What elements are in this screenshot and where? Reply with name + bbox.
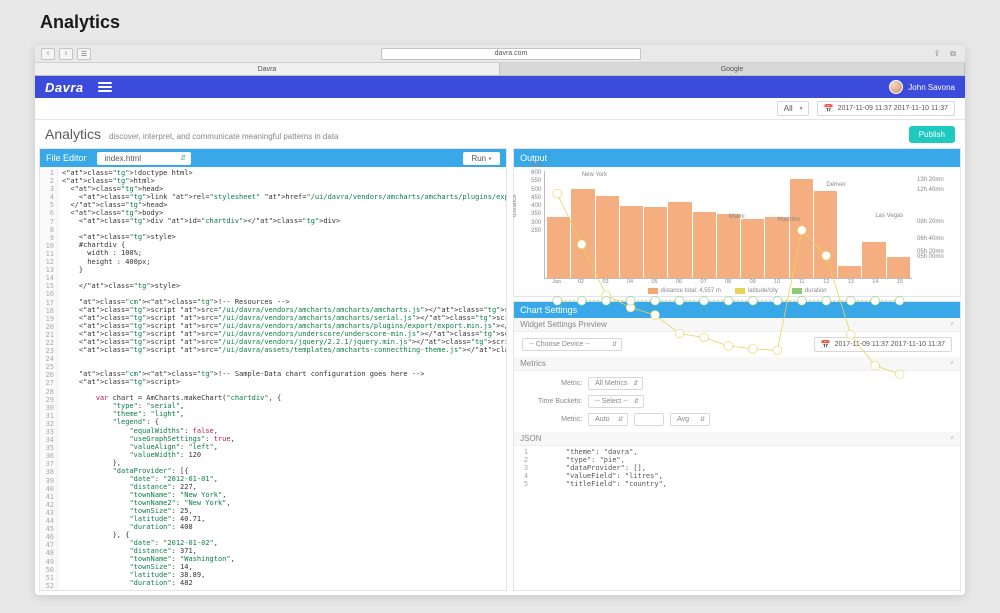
device-select[interactable]: -- Choose Device -- <box>522 338 622 351</box>
sidebar-button[interactable]: ☰ <box>77 48 91 60</box>
time-buckets-select[interactable]: -- Select -- <box>588 395 644 408</box>
page-heading: Analytics <box>0 0 1000 45</box>
metric2-select[interactable]: Auto <box>588 413 628 426</box>
calendar-icon: 📅 <box>824 104 834 113</box>
scope-select[interactable]: All <box>777 101 809 116</box>
file-editor-panel: File Editor index.html Run 1234567891011… <box>39 148 507 591</box>
chart-annotation: Houston <box>777 217 799 223</box>
output-panel: Output distance 250300350400450500550600… <box>513 148 961 297</box>
app-logo: Davra <box>45 80 84 95</box>
chart-area: distance 250300350400450500550600650 13h… <box>514 167 960 296</box>
chart-annotation: Miami <box>729 214 745 220</box>
share-button[interactable]: ⇪ <box>931 48 943 60</box>
chart-annotation: New York <box>582 172 607 178</box>
browser-tabs: Davra Google <box>35 63 965 76</box>
user-menu[interactable]: John Savona <box>889 80 955 94</box>
code-editor[interactable]: 1234567891011121314151617181920212223242… <box>40 167 506 590</box>
title-row: Analytics discover, interpret, and commu… <box>35 120 965 148</box>
filter-bar: All 📅 2017-11-09 11:37 2017-11-10 11:37 <box>35 98 965 120</box>
file-select[interactable]: index.html <box>97 152 191 165</box>
date-range-value: 2017-11-09 11:37 2017-11-10 11:37 <box>838 105 948 112</box>
publish-button[interactable]: Publish <box>909 126 955 143</box>
chevron-up-icon: ˄ <box>950 436 954 442</box>
file-editor-header: File Editor index.html Run <box>40 149 506 167</box>
page-subtitle: discover, interpret, and communicate mea… <box>109 132 338 141</box>
agg-select[interactable]: Avg <box>670 413 710 426</box>
date-range-picker[interactable]: 📅 2017-11-09 11:37 2017-11-10 11:37 <box>817 101 955 116</box>
chart-annotation: Las Vegas <box>875 213 903 219</box>
back-button[interactable]: ‹ <box>41 48 55 60</box>
menu-icon[interactable] <box>98 82 112 92</box>
url-bar[interactable]: davra.com <box>381 48 641 60</box>
app-topbar: Davra John Savona <box>35 76 965 98</box>
chart-annotation: Denver <box>826 182 845 188</box>
browser-window: ‹ › ☰ davra.com ⇪ ⧉ Davra Google Davra J… <box>35 45 965 595</box>
forward-button[interactable]: › <box>59 48 73 60</box>
chevron-up-icon: ˄ <box>950 361 954 367</box>
browser-tab-google[interactable]: Google <box>500 63 965 75</box>
browser-toolbar: ‹ › ☰ davra.com ⇪ ⧉ <box>35 45 965 63</box>
metric-select[interactable]: All Metrics <box>588 377 643 390</box>
chevron-up-icon: ˄ <box>950 322 954 328</box>
browser-tab-davra[interactable]: Davra <box>35 63 500 75</box>
page-title: Analytics <box>45 126 101 142</box>
username: John Savona <box>908 83 955 92</box>
tabs-button[interactable]: ⧉ <box>947 48 959 60</box>
file-editor-label: File Editor <box>46 153 87 163</box>
run-button[interactable]: Run <box>463 152 500 165</box>
output-header: Output <box>514 149 960 167</box>
avatar <box>889 80 903 94</box>
y-axis-title: distance <box>513 194 518 216</box>
